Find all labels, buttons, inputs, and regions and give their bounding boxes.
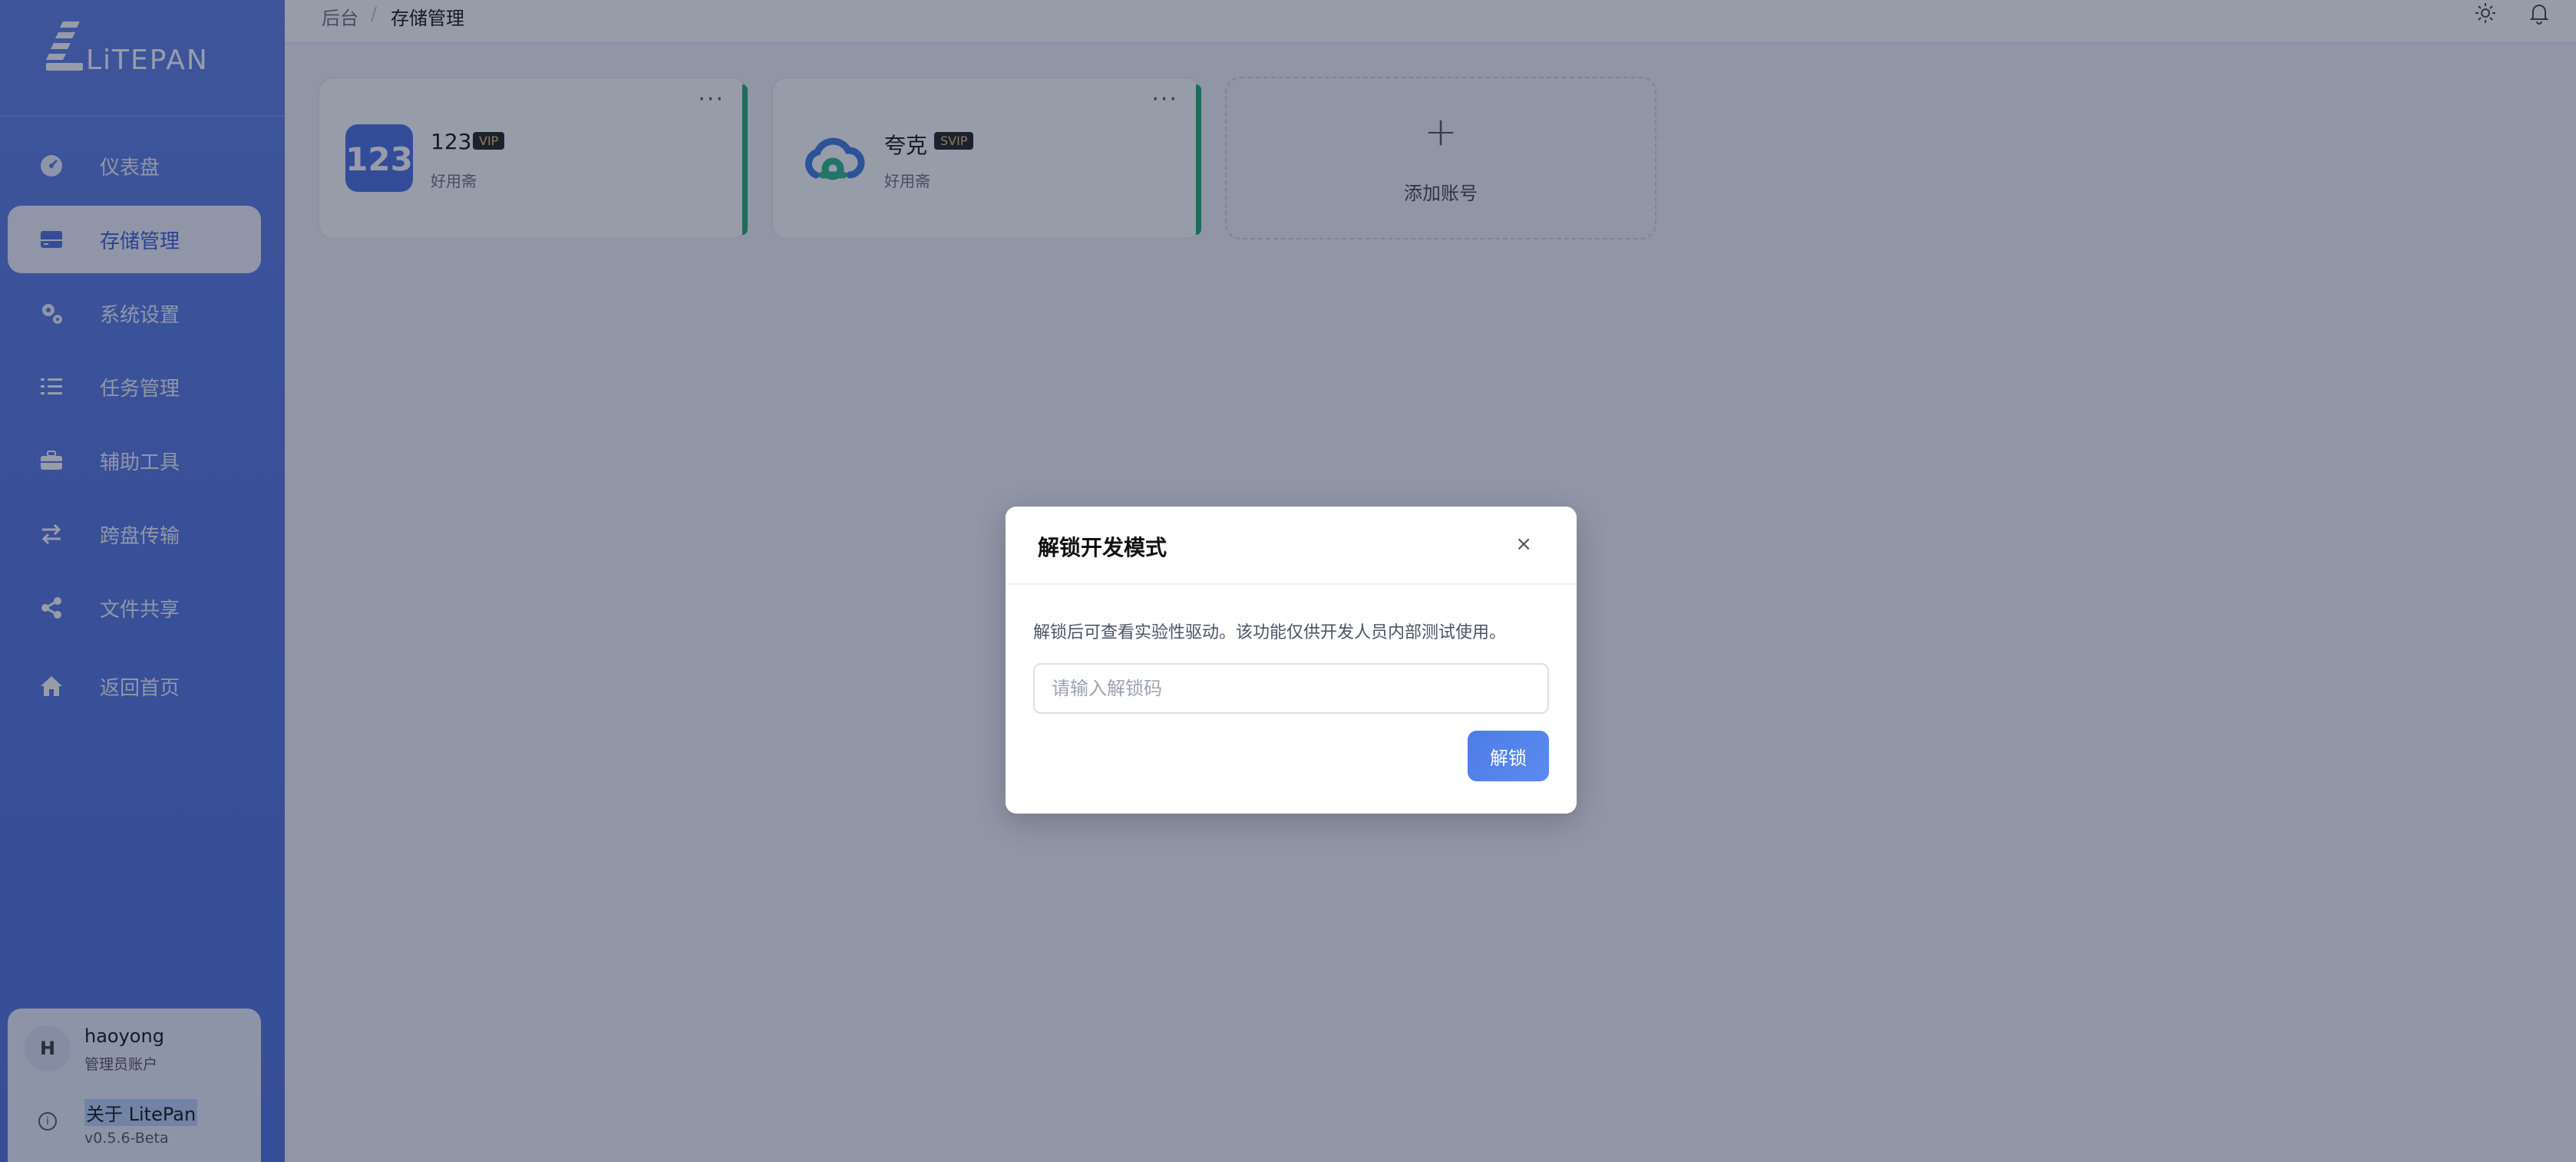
close-icon[interactable]: × <box>1515 533 1532 556</box>
unlock-button[interactable]: 解锁 <box>1468 731 1549 781</box>
dialog-title: 解锁开发模式 <box>1038 535 1167 560</box>
dialog-description: 解锁后可查看实验性驱动。该功能仅供开发人员内部测试使用。 <box>1033 623 1507 642</box>
dialog-header: 解锁开发模式 × <box>1006 507 1577 585</box>
unlock-dev-mode-dialog: 解锁开发模式 × 解锁后可查看实验性驱动。该功能仅供开发人员内部测试使用。 解锁 <box>1006 507 1577 814</box>
unlock-code-input[interactable] <box>1033 663 1549 714</box>
